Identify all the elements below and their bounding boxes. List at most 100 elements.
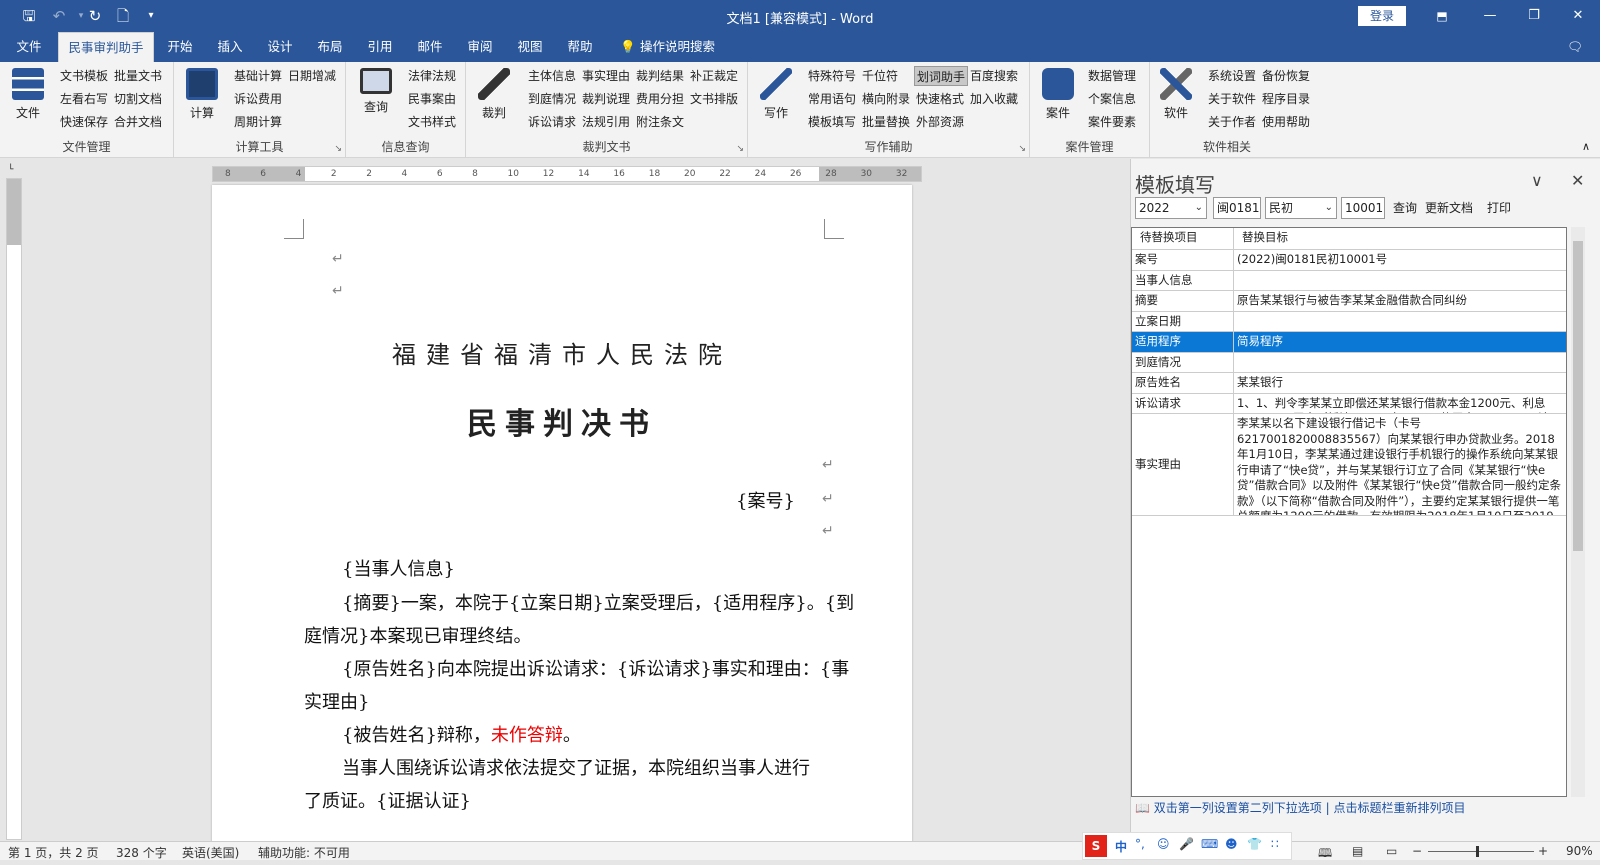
zoom-in-icon[interactable]: + <box>1538 844 1548 858</box>
grid-row-key[interactable]: 事实理由 <box>1132 414 1234 516</box>
reasoning-button[interactable]: 裁判说理 <box>582 89 630 109</box>
login-button[interactable]: 登录 <box>1358 6 1406 26</box>
grid-row-value[interactable]: 原告某某银行与被告李某某金融借款合同纠纷 <box>1234 291 1566 312</box>
ime-toolbox-icon[interactable]: ∷ <box>1271 837 1279 851</box>
year-select[interactable]: 2022 ⌄ <box>1135 197 1207 219</box>
ime-voice-icon[interactable]: 🎤 <box>1179 837 1194 851</box>
thousand-sep-button[interactable]: 千位符 <box>862 66 898 86</box>
tell-me-search[interactable]: 操作说明搜索 <box>640 32 730 62</box>
doc-template-button[interactable]: 文书模板 <box>60 66 108 86</box>
word-helper-button[interactable]: 划词助手 <box>914 66 969 86</box>
attendance-button[interactable]: 到庭情况 <box>528 89 576 109</box>
accessibility-status[interactable]: 辅助功能: 不可用 <box>258 844 350 861</box>
ime-skin-icon[interactable]: 👕 <box>1247 837 1262 851</box>
judge-button[interactable]: 裁判 <box>472 68 516 121</box>
print-button[interactable]: 打印 <box>1487 199 1511 216</box>
ime-emoji-icon[interactable]: ☺ <box>1157 837 1170 851</box>
read-mode-icon[interactable]: 🕮 <box>1318 844 1332 865</box>
panel-close-icon[interactable]: ✕ <box>1571 171 1584 190</box>
grid-row-value[interactable]: 某某银行 <box>1234 373 1566 394</box>
grid-row-value[interactable]: (2022)闽0181民初10001号 <box>1234 250 1566 271</box>
about-software-button[interactable]: 关于软件 <box>1208 89 1256 109</box>
dialog-launcher-icon[interactable]: ↘ <box>1018 144 1026 154</box>
court-code-input[interactable]: 闽0181 <box>1213 197 1261 219</box>
ime-punct-icon[interactable]: °, <box>1135 837 1145 851</box>
query-button[interactable]: 查询 <box>354 68 398 115</box>
tab-design[interactable]: 设计 <box>260 32 300 62</box>
tab-help[interactable]: 帮助 <box>560 32 600 62</box>
tab-selector-icon[interactable]: └ <box>8 165 13 175</box>
collapse-ribbon-icon[interactable]: ∧ <box>1582 140 1590 153</box>
litigation-fee-button[interactable]: 诉讼费用 <box>234 89 282 109</box>
ime-keyboard-icon[interactable]: ⌨ <box>1201 837 1218 851</box>
tab-home[interactable]: 开始 <box>160 32 200 62</box>
baidu-search-button[interactable]: 百度搜索 <box>970 66 1018 86</box>
grid-row-key[interactable]: 当事人信息 <box>1132 270 1234 291</box>
appendix-button[interactable]: 附注条文 <box>636 112 684 132</box>
add-favorite-button[interactable]: 加入收藏 <box>970 89 1018 109</box>
calc-button[interactable]: 计算 <box>180 68 224 121</box>
case-type-select[interactable]: 民初 ⌄ <box>1265 197 1337 219</box>
grid-row-key[interactable]: 案号 <box>1132 250 1234 271</box>
page-count[interactable]: 第 1 页，共 2 页 <box>8 844 99 861</box>
zoom-slider-thumb[interactable] <box>1476 846 1479 857</box>
web-layout-icon[interactable]: ▭ <box>1386 844 1397 858</box>
print-layout-icon[interactable]: ▤ <box>1352 844 1363 858</box>
special-symbols-button[interactable]: 特殊符号 <box>808 66 856 86</box>
batch-doc-button[interactable]: 批量文书 <box>114 66 162 86</box>
landscape-appendix-button[interactable]: 横向附录 <box>862 89 910 109</box>
side-by-side-button[interactable]: 左看右写 <box>60 89 108 109</box>
law-cite-button[interactable]: 法规引用 <box>582 112 630 132</box>
grid-row-key[interactable]: 诉讼请求 <box>1132 393 1234 414</box>
common-phrases-button[interactable]: 常用语句 <box>808 89 856 109</box>
fee-share-button[interactable]: 费用分担 <box>636 89 684 109</box>
grid-row-value[interactable] <box>1234 353 1566 373</box>
word-count[interactable]: 328 个字 <box>116 844 167 861</box>
grid-row-value[interactable]: 1、1、判令李某某立即偿还某某银行借款本金1200元、利息109.5以及罚息（暂… <box>1234 394 1566 414</box>
case-button[interactable]: 案件 <box>1036 68 1080 121</box>
judgment-result-button[interactable]: 裁判结果 <box>636 66 684 86</box>
zoom-slider[interactable] <box>1428 851 1534 852</box>
panel-options-icon[interactable]: ∨ <box>1531 171 1543 190</box>
party-info-button[interactable]: 主体信息 <box>528 66 576 86</box>
tab-civil-assistant[interactable]: 民事审判助手 <box>58 32 154 62</box>
grid-scrollbar[interactable] <box>1571 227 1585 797</box>
grid-row-value[interactable] <box>1234 312 1566 332</box>
quick-save-button[interactable]: 快速保存 <box>60 112 108 132</box>
quick-format-button[interactable]: 快速格式 <box>916 89 964 109</box>
zoom-level[interactable]: 90% <box>1566 844 1593 858</box>
civil-cause-button[interactable]: 民事案由 <box>408 89 456 109</box>
program-dir-button[interactable]: 程序目录 <box>1262 89 1310 109</box>
grid-row-value[interactable] <box>1234 271 1566 291</box>
software-button[interactable]: 软件 <box>1154 68 1198 121</box>
grid-row-key[interactable]: 适用程序 <box>1132 332 1234 353</box>
ribbon-display-icon[interactable]: ⬒ <box>1422 4 1462 28</box>
doc-layout-button[interactable]: 文书排版 <box>690 89 738 109</box>
correction-button[interactable]: 补正裁定 <box>690 66 738 86</box>
external-resources-button[interactable]: 外部资源 <box>916 112 964 132</box>
case-elements-button[interactable]: 案件要素 <box>1088 112 1136 132</box>
ime-logo-icon[interactable]: S <box>1085 835 1107 857</box>
grid-row-key[interactable]: 摘要 <box>1132 291 1234 312</box>
ime-toolbar[interactable]: S 中 °, ☺ 🎤 ⌨ ☻ 👕 ∷ <box>1082 832 1292 860</box>
settings-button[interactable]: 系统设置 <box>1208 66 1256 86</box>
backup-button[interactable]: 备份恢复 <box>1262 66 1310 86</box>
tab-mailings[interactable]: 邮件 <box>410 32 450 62</box>
grid-row-key[interactable]: 原告姓名 <box>1132 373 1234 394</box>
case-number-input[interactable]: 10001 <box>1341 197 1385 219</box>
grid-row-key[interactable]: 到庭情况 <box>1132 352 1234 373</box>
query-button[interactable]: 查询 <box>1393 199 1417 216</box>
write-button[interactable]: 写作 <box>754 68 798 121</box>
close-icon[interactable]: ✕ <box>1558 4 1598 28</box>
ime-mode-label[interactable]: 中 <box>1115 838 1127 855</box>
help-button[interactable]: 使用帮助 <box>1262 112 1310 132</box>
document-page[interactable]: ↵ ↵ 福建省福清市人民法院 民事判决书 ↵ {案号} ↵ ↵ {当事人信息} … <box>212 185 912 841</box>
language[interactable]: 英语(美国) <box>182 844 239 861</box>
grid-row-key[interactable]: 立案日期 <box>1132 311 1234 332</box>
zoom-out-icon[interactable]: − <box>1412 844 1422 858</box>
case-info-button[interactable]: 个案信息 <box>1088 89 1136 109</box>
minimize-icon[interactable]: — <box>1470 4 1510 28</box>
restore-icon[interactable]: ❐ <box>1514 4 1554 28</box>
tab-review[interactable]: 审阅 <box>460 32 500 62</box>
about-author-button[interactable]: 关于作者 <box>1208 112 1256 132</box>
